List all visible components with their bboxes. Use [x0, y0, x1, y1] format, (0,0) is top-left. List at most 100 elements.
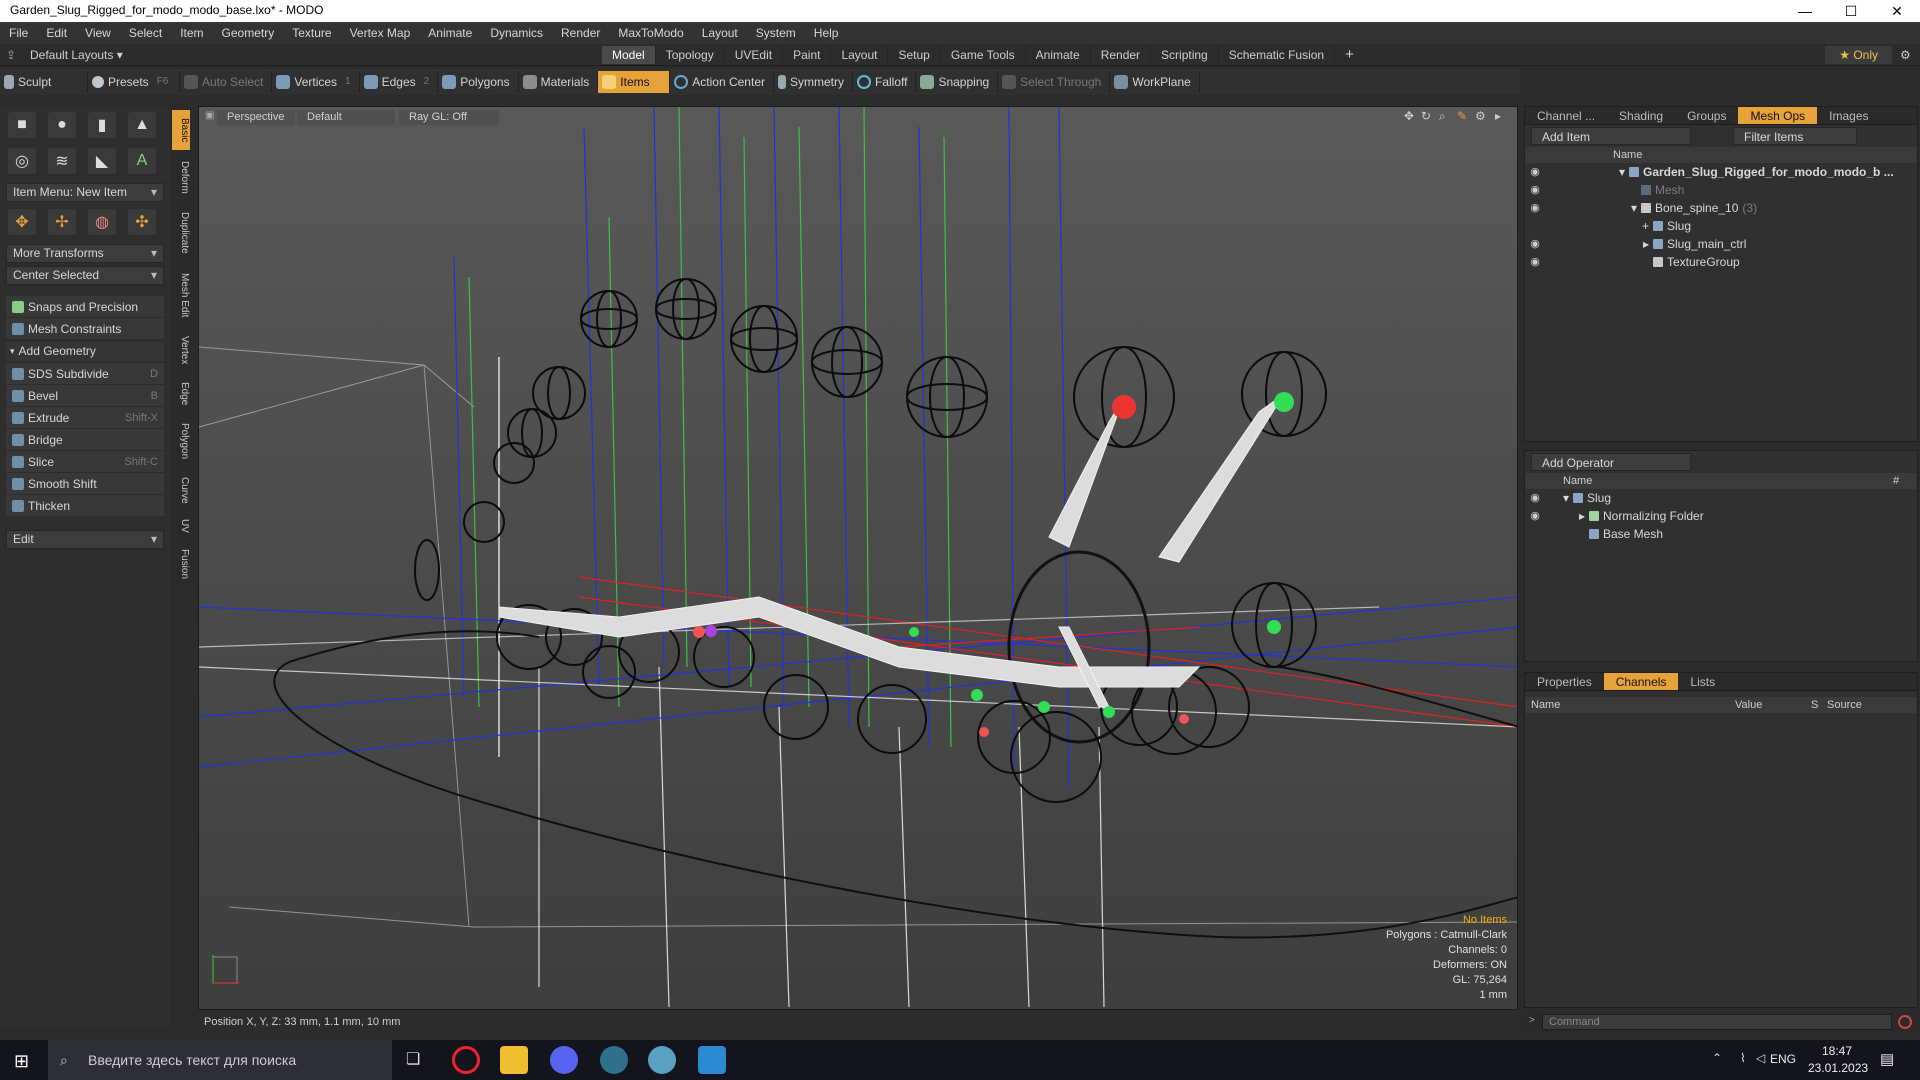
falloff-button[interactable]: Falloff [853, 71, 917, 93]
tab-groups[interactable]: Groups [1675, 107, 1738, 124]
action-center-button[interactable]: Action Center [670, 71, 774, 93]
extrude-button[interactable]: Extrude Shift-X [6, 407, 164, 429]
expand-icon[interactable]: + [1545, 217, 1653, 235]
menu-item[interactable]: Item [171, 22, 212, 44]
menu-layout[interactable]: Layout [693, 22, 747, 44]
menu-select[interactable]: Select [120, 22, 171, 44]
expand-icon[interactable]: ▾ [1545, 163, 1629, 181]
move-icon[interactable]: ✥ [8, 209, 36, 235]
tab-shading[interactable]: Shading [1607, 107, 1675, 124]
tab-scripting[interactable]: Scripting [1151, 45, 1219, 64]
cone-icon[interactable]: ▲ [128, 112, 156, 138]
tab-schematic-fusion[interactable]: Schematic Fusion [1219, 45, 1336, 64]
vtab-vertex[interactable]: Vertex [172, 328, 190, 372]
opera-icon[interactable] [452, 1046, 480, 1074]
menu-help[interactable]: Help [805, 22, 848, 44]
more-transforms-dropdown[interactable]: More Transforms [6, 244, 164, 263]
snaps-precision-button[interactable]: Snaps and Precision [6, 296, 164, 318]
tab-setup[interactable]: Setup [888, 45, 941, 64]
language-indicator[interactable]: ENG [1770, 1052, 1796, 1066]
maximize-button[interactable]: ☐ [1828, 0, 1874, 22]
tab-mesh-ops[interactable]: Mesh Ops [1738, 107, 1818, 124]
capsule-icon[interactable]: ≋ [48, 148, 76, 174]
add-geometry-section[interactable]: ▾ Add Geometry [6, 342, 164, 361]
tab-channel[interactable]: Channel ... [1525, 107, 1607, 124]
menu-geometry[interactable]: Geometry [213, 22, 284, 44]
item-row-scene[interactable]: ◉ ▾ Garden_Slug_Rigged_for_modo_modo_b ... [1525, 163, 1917, 181]
notifications-icon[interactable]: ▤ [1880, 1050, 1894, 1068]
materials-button[interactable]: Materials [519, 71, 599, 93]
app-icon[interactable] [648, 1046, 676, 1074]
cylinder-icon[interactable]: ▮ [88, 112, 116, 138]
eye-icon[interactable]: ◉ [1525, 489, 1545, 507]
vtab-mesh-edit[interactable]: Mesh Edit [172, 266, 190, 324]
record-icon[interactable] [1898, 1015, 1912, 1029]
file-explorer-icon[interactable] [500, 1046, 528, 1074]
bevel-button[interactable]: Bevel B [6, 385, 164, 407]
sphere-icon[interactable]: ● [48, 112, 76, 138]
photos-icon[interactable] [698, 1046, 726, 1074]
vtab-basic[interactable]: Basic [172, 110, 190, 150]
expand-icon[interactable]: ▸ [1545, 235, 1653, 253]
viewport-settings-icon[interactable]: ⚙ [1475, 109, 1486, 123]
center-selected-dropdown[interactable]: Center Selected [6, 266, 164, 285]
item-row-slug-main-ctrl[interactable]: ◉ ▸ Slug_main_ctrl [1525, 235, 1917, 253]
eye-icon[interactable]: ◉ [1525, 507, 1545, 525]
tab-layout[interactable]: Layout [831, 45, 889, 64]
menu-animate[interactable]: Animate [419, 22, 481, 44]
vtab-deform[interactable]: Deform [172, 154, 190, 200]
item-menu-dropdown[interactable]: Item Menu: New Item [6, 183, 164, 202]
shading-default-button[interactable]: Default [297, 110, 395, 125]
eye-icon[interactable]: ◉ [1525, 199, 1545, 217]
menu-file[interactable]: File [0, 22, 37, 44]
menu-render[interactable]: Render [552, 22, 609, 44]
operator-row-slug[interactable]: ◉ ▾ Slug [1525, 489, 1917, 507]
eye-icon[interactable]: ◉ [1525, 181, 1545, 199]
vertices-button[interactable]: Vertices 1 [272, 71, 360, 93]
scale-icon[interactable]: ◍ [88, 209, 116, 235]
item-row-bone-spine[interactable]: ◉ ▾ Bone_spine_10 (3) [1525, 199, 1917, 217]
command-input[interactable]: Command [1542, 1014, 1892, 1030]
gear-icon[interactable]: ⚙ [1900, 48, 1920, 62]
tab-render[interactable]: Render [1091, 45, 1152, 64]
polygons-button[interactable]: Polygons [438, 71, 519, 93]
minimize-button[interactable]: — [1782, 0, 1828, 22]
tab-properties[interactable]: Properties [1525, 673, 1604, 690]
expand-icon[interactable]: ▸ [1545, 507, 1589, 525]
eye-icon[interactable]: ◉ [1525, 235, 1545, 253]
presets-button[interactable]: Presets F6 [88, 71, 180, 93]
fit-icon[interactable]: ✎ [1457, 109, 1467, 123]
snapping-button[interactable]: Snapping [916, 71, 999, 93]
modo-app-icon[interactable] [600, 1046, 628, 1074]
tab-topology[interactable]: Topology [656, 45, 725, 64]
vtab-curve[interactable]: Curve [172, 470, 190, 510]
only-button[interactable]: ★ Only [1825, 45, 1892, 64]
tab-channels[interactable]: Channels [1603, 673, 1679, 690]
rotate-icon[interactable]: ✢ [48, 209, 76, 235]
viewport-expand-icon[interactable]: ▣ [205, 110, 214, 121]
tab-animate[interactable]: Animate [1026, 45, 1091, 64]
orbit-icon[interactable]: ↻ [1421, 109, 1431, 123]
volume-icon[interactable]: ◁ [1756, 1051, 1765, 1065]
torus-icon[interactable]: ◎ [8, 148, 36, 174]
default-layouts-dropdown[interactable]: Default Layouts ▾ [22, 48, 602, 62]
viewport-menu-icon[interactable]: ▸ [1495, 109, 1501, 123]
clock-date[interactable]: 23.01.2023 [1808, 1061, 1868, 1075]
vtab-uv[interactable]: UV [172, 514, 190, 538]
zoom-icon[interactable]: ⌕ [1439, 109, 1446, 124]
bridge-button[interactable]: Bridge [6, 429, 164, 451]
auto-select-button[interactable]: Auto Select [180, 71, 273, 93]
vtab-polygon[interactable]: Polygon [172, 416, 190, 466]
sds-subdivide-button[interactable]: SDS Subdivide D [6, 363, 164, 385]
view-perspective-button[interactable]: Perspective [217, 110, 295, 125]
slice-button[interactable]: Slice Shift-C [6, 451, 164, 473]
raygl-button[interactable]: Ray GL: Off [399, 110, 499, 125]
add-operator-button[interactable]: Add Operator [1531, 453, 1691, 471]
task-view-icon[interactable]: ❏ [406, 1049, 420, 1069]
sculpt-button[interactable]: Sculpt [0, 71, 88, 93]
transform-icon[interactable]: ✣ [128, 209, 156, 235]
add-tab-button[interactable]: + [1335, 46, 1364, 64]
cube-icon[interactable]: ■ [8, 112, 36, 138]
edit-dropdown[interactable]: Edit [6, 530, 164, 549]
edges-button[interactable]: Edges 2 [360, 71, 439, 93]
